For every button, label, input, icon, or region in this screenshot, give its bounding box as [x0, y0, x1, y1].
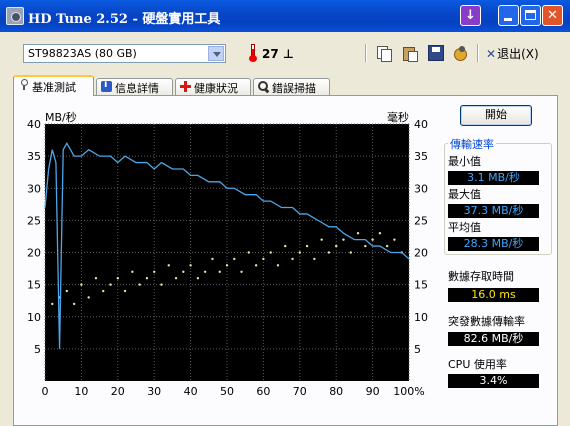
y-axis-right: 5 10 15 20 25 30 35 40	[414, 118, 428, 356]
y-tick-label-left: 25	[27, 214, 41, 227]
access-time-point	[182, 270, 185, 273]
min-label: 最小值	[448, 155, 481, 168]
max-value: 37.3 MB/秒	[448, 204, 539, 218]
cpu-usage-label: CPU 使用率	[448, 358, 507, 371]
access-time-point	[109, 283, 112, 286]
access-time-point	[327, 251, 331, 254]
x-tick-label: 70	[293, 385, 307, 398]
y-tick-label-right: 40	[414, 118, 428, 131]
access-time-point	[80, 283, 83, 286]
x-tick-label: 0	[42, 385, 49, 398]
access-time-point	[240, 270, 243, 273]
y-tick-label-right: 10	[414, 311, 428, 324]
x-tick-label: 90	[366, 385, 380, 398]
access-time-point	[349, 251, 352, 254]
access-time-point	[153, 270, 156, 273]
y-tick-label-left: 15	[27, 279, 41, 292]
access-time-point	[385, 244, 389, 248]
access-time-point	[174, 277, 178, 280]
access-time-point	[87, 296, 90, 299]
access-time-point	[218, 270, 221, 273]
tab-label: 基准測試	[32, 81, 76, 94]
access-time-point	[342, 238, 345, 241]
access-time-point	[131, 270, 134, 273]
avg-value: 28.3 MB/秒	[448, 237, 539, 251]
access-time-point	[102, 289, 105, 293]
access-time-point	[356, 232, 360, 235]
access-time-point	[254, 264, 258, 267]
y-tick-label-left: 5	[34, 343, 41, 356]
access-time-point	[189, 264, 192, 267]
y-tick-label-left: 30	[27, 182, 41, 195]
access-time-point	[291, 257, 294, 261]
access-time-point	[298, 251, 301, 254]
access-time-point	[138, 283, 141, 286]
x-tick-label: 100%	[393, 385, 424, 398]
access-time-point	[313, 257, 316, 261]
access-time-point	[305, 244, 309, 248]
max-label: 最大值	[448, 188, 481, 201]
y-tick-label-left: 40	[27, 118, 41, 131]
access-time-point	[269, 251, 272, 254]
access-time-point	[262, 257, 265, 261]
cpu-usage-value: 3.4%	[448, 374, 539, 388]
y-axis-left: 5 10 15 20 25 30 35 40	[27, 118, 41, 356]
start-button[interactable]: 開始	[460, 105, 532, 126]
access-time-point	[211, 257, 214, 261]
access-time-point	[167, 264, 170, 267]
y-tick-label-right: 35	[414, 150, 428, 163]
y-tick-label-right: 15	[414, 279, 428, 292]
burst-rate-label: 突發數據傳輸率	[448, 315, 525, 328]
burst-rate-value: 82.6 MB/秒	[448, 332, 539, 346]
access-time-point	[276, 264, 280, 267]
x-tick-label: 50	[220, 385, 234, 398]
y-tick-label-right: 5	[414, 343, 421, 356]
x-tick-label: 80	[329, 385, 343, 398]
access-time-point	[247, 251, 251, 254]
access-time-point	[284, 244, 287, 248]
benchmark-icon	[18, 79, 29, 90]
x-tick-label: 10	[74, 385, 88, 398]
access-time-point	[371, 238, 374, 241]
access-time-label: 數據存取時間	[448, 270, 514, 283]
access-time-point	[320, 238, 323, 241]
x-tick-label: 40	[184, 385, 198, 398]
access-time-point	[364, 244, 367, 248]
tab-benchmark[interactable]: 基准測試	[13, 75, 94, 96]
x-tick-label: 20	[111, 385, 125, 398]
x-tick-label: 30	[147, 385, 161, 398]
access-time-point	[233, 257, 236, 261]
y-axis-label-right: 毫秒	[387, 110, 409, 124]
y-tick-label-right: 20	[414, 247, 428, 260]
x-tick-label: 60	[256, 385, 270, 398]
avg-label: 平均值	[448, 221, 481, 234]
access-time-point	[393, 238, 396, 241]
access-time-point	[123, 289, 127, 293]
access-time-point	[203, 270, 207, 273]
y-tick-label-right: 25	[414, 214, 428, 227]
access-time-point	[116, 277, 120, 280]
access-time-value: 16.0 ms	[448, 288, 539, 302]
access-time-point	[94, 277, 98, 280]
transfer-rate-title: 傳輸速率	[448, 136, 496, 152]
y-tick-label-right: 30	[414, 182, 428, 195]
access-time-point	[225, 264, 229, 267]
y-axis-label-left: MB/秒	[45, 110, 77, 124]
x-axis: 0 10 20 30 40 50 60 70 80 90 100%	[42, 385, 425, 398]
access-time-point	[335, 244, 338, 248]
access-time-point	[51, 302, 54, 306]
access-time-point	[145, 277, 149, 280]
hdtune-window: HD Tune 2.52 - 硬盤實用工具 ↓ ✕ ST98823AS (80 …	[0, 0, 570, 426]
access-time-point	[196, 277, 200, 280]
access-time-point	[72, 302, 76, 306]
access-time-point	[378, 232, 382, 235]
y-tick-label-left: 20	[27, 247, 41, 260]
y-tick-label-left: 35	[27, 150, 41, 163]
access-time-point	[160, 283, 163, 286]
y-tick-label-left: 10	[27, 311, 41, 324]
access-time-point	[65, 289, 69, 293]
min-value: 3.1 MB/秒	[448, 171, 539, 185]
